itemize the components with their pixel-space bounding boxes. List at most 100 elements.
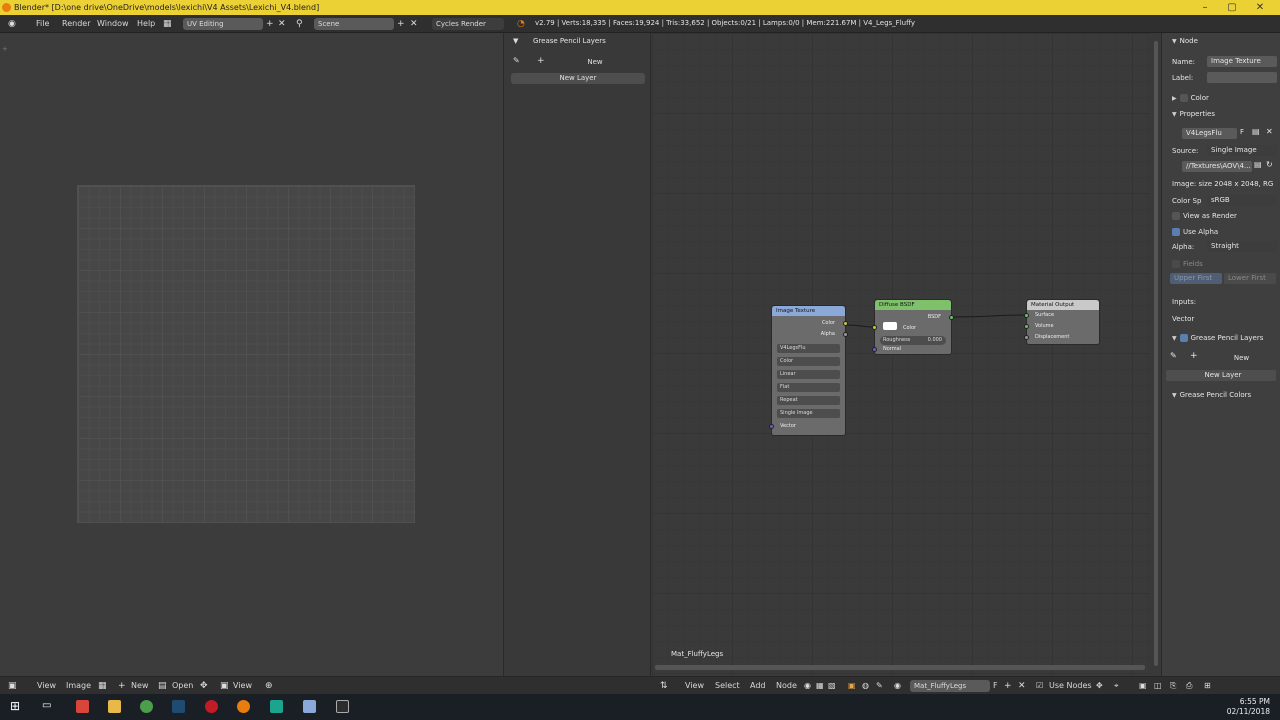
source-select[interactable]: Single Image	[1207, 145, 1277, 156]
app-icon-blue[interactable]	[303, 700, 316, 713]
alpha-mode-select[interactable]: Straight	[1207, 241, 1277, 252]
scene-field[interactable]: Scene	[314, 18, 394, 30]
app-icon-red-circle[interactable]	[205, 700, 218, 713]
file-explorer-icon[interactable]	[108, 700, 121, 713]
input-color-socket[interactable]	[872, 325, 877, 330]
gp-new-button[interactable]: New	[547, 57, 643, 68]
menu-image[interactable]: Image	[66, 681, 91, 690]
maximize-icon[interactable]: ▢	[1222, 0, 1242, 15]
add-scene-icon[interactable]: +	[397, 18, 405, 30]
menu-window[interactable]: Window	[97, 19, 129, 28]
view-as-render-checkbox[interactable]	[1172, 212, 1180, 220]
object-shader-icon[interactable]: ▣	[848, 680, 856, 692]
menu-render[interactable]: Render	[62, 19, 90, 28]
add-icon[interactable]: +	[1190, 351, 1198, 361]
node-name-field[interactable]: Image Texture	[1207, 56, 1277, 67]
open-image-button[interactable]: Open	[172, 681, 193, 690]
uv-image-editor[interactable]: +	[0, 33, 504, 676]
menu-node[interactable]: Node	[776, 681, 797, 690]
input-displacement-socket[interactable]	[1024, 335, 1029, 340]
pencil-icon[interactable]: ✎	[513, 55, 520, 67]
scene-icon[interactable]: ⚲	[296, 18, 303, 30]
fake-user-toggle[interactable]: F	[993, 681, 998, 690]
open-image-icon[interactable]: ▤	[1252, 127, 1260, 136]
fields-checkbox[interactable]	[1172, 260, 1180, 268]
color-swatch[interactable]	[883, 322, 897, 330]
world-shader-icon[interactable]: ◍	[862, 680, 869, 692]
collapse-triangle-icon[interactable]: ▼	[513, 35, 518, 47]
roughness-field[interactable]: Roughness 0.000	[880, 336, 946, 345]
minimize-icon[interactable]: –	[1195, 0, 1215, 15]
new-image-icon[interactable]: +	[118, 680, 126, 692]
paste-icon[interactable]: ⎙	[1186, 680, 1192, 692]
add-icon[interactable]: +	[537, 55, 545, 67]
image-texture-image-field[interactable]: V4LegsFlu	[777, 344, 840, 353]
input-vector-socket[interactable]	[769, 424, 774, 429]
app-icon-teal[interactable]	[270, 700, 283, 713]
delete-screen-icon[interactable]: ✕	[278, 18, 286, 30]
add-material-icon[interactable]: +	[1004, 680, 1012, 692]
projection-select[interactable]: Flat	[777, 383, 840, 392]
output-bsdf-socket[interactable]	[949, 315, 954, 320]
fields-row[interactable]: Fields	[1162, 257, 1280, 271]
gp-new-layer-button[interactable]: New Layer	[1166, 370, 1276, 381]
output-alpha-socket[interactable]	[843, 332, 848, 337]
upper-first-toggle[interactable]: Upper First	[1170, 273, 1222, 284]
texture-type-icon[interactable]: ▦	[816, 680, 824, 692]
reload-icon[interactable]: ↻	[1266, 160, 1273, 169]
pivot-icon[interactable]: ⊕	[265, 680, 273, 692]
menu-add[interactable]: Add	[750, 681, 766, 690]
app-icon-red[interactable]	[76, 700, 89, 713]
lower-first-toggle[interactable]: Lower First	[1224, 273, 1276, 284]
input-surface-socket[interactable]	[1024, 313, 1029, 318]
pin-icon[interactable]: ⌖	[1114, 680, 1119, 692]
node-section-header[interactable]: ▼ Node	[1162, 34, 1280, 48]
pin-icon[interactable]: ✥	[200, 680, 208, 692]
open-folder-icon[interactable]: ▤	[158, 680, 167, 692]
menu-view[interactable]: View	[685, 681, 704, 690]
extension-select[interactable]: Repeat	[777, 396, 840, 405]
use-alpha-row[interactable]: Use Alpha	[1162, 225, 1280, 239]
windows-start-icon[interactable]: ⊞	[10, 699, 20, 713]
gp-new-button[interactable]: New	[1202, 353, 1277, 364]
view-as-render-row[interactable]: View as Render	[1162, 209, 1280, 223]
node-horizontal-scrollbar[interactable]	[655, 665, 1145, 670]
material-output-node[interactable]: Material Output Surface Volume Displacem…	[1024, 299, 1100, 345]
node-vertical-scrollbar[interactable]	[1151, 33, 1161, 676]
input-normal-socket[interactable]	[872, 347, 877, 352]
unlink-material-icon[interactable]: ✕	[1018, 680, 1026, 692]
view-mode-select[interactable]: View	[233, 681, 252, 690]
use-nodes-checkbox[interactable]: ☑	[1036, 680, 1043, 692]
editor-type-icon[interactable]: ◉	[8, 18, 16, 30]
image-browse-icon[interactable]: ▦	[98, 680, 107, 692]
copy-icon[interactable]: ⎘	[1170, 680, 1176, 692]
material-browse-icon[interactable]: ◉	[894, 680, 901, 692]
browse-file-icon[interactable]: ▤	[1254, 160, 1262, 169]
use-alpha-checkbox[interactable]	[1172, 228, 1180, 236]
color-space-select[interactable]: sRGB	[1207, 195, 1277, 206]
chrome-icon[interactable]	[140, 700, 153, 713]
screen-layout-icon[interactable]: ▦	[163, 18, 172, 30]
snap-element-icon[interactable]: ◫	[1154, 680, 1162, 692]
gp-layers-section-header[interactable]: ▼ Grease Pencil Layers	[1162, 331, 1280, 345]
editor-type-icon[interactable]: ⇅	[660, 680, 668, 692]
delete-scene-icon[interactable]: ✕	[410, 18, 418, 30]
source-select[interactable]: Single Image	[777, 409, 840, 418]
gp-new-layer-button[interactable]: New Layer	[511, 73, 645, 84]
color-space-select[interactable]: Color	[777, 357, 840, 366]
material-name-field[interactable]: Mat_FluffyLegs	[910, 680, 990, 692]
close-icon[interactable]: ✕	[1250, 0, 1270, 15]
menu-select[interactable]: Select	[715, 681, 740, 690]
render-region-icon[interactable]: ⊞	[1204, 680, 1211, 692]
backdrop-icon[interactable]: ✥	[1096, 680, 1103, 692]
menu-view[interactable]: View	[37, 681, 56, 690]
compositing-type-icon[interactable]: ▧	[828, 680, 836, 692]
screen-layout-field[interactable]: UV Editing	[183, 18, 263, 30]
input-volume-socket[interactable]	[1024, 324, 1029, 329]
steam-icon[interactable]	[172, 700, 185, 713]
gp-colors-section-header[interactable]: ▼ Grease Pencil Colors	[1162, 388, 1280, 402]
interpolation-select[interactable]: Linear	[777, 370, 840, 379]
pencil-icon[interactable]: ✎	[1170, 351, 1177, 360]
new-image-button[interactable]: New	[131, 681, 148, 690]
color-section-header[interactable]: ▶ Color	[1162, 91, 1280, 105]
